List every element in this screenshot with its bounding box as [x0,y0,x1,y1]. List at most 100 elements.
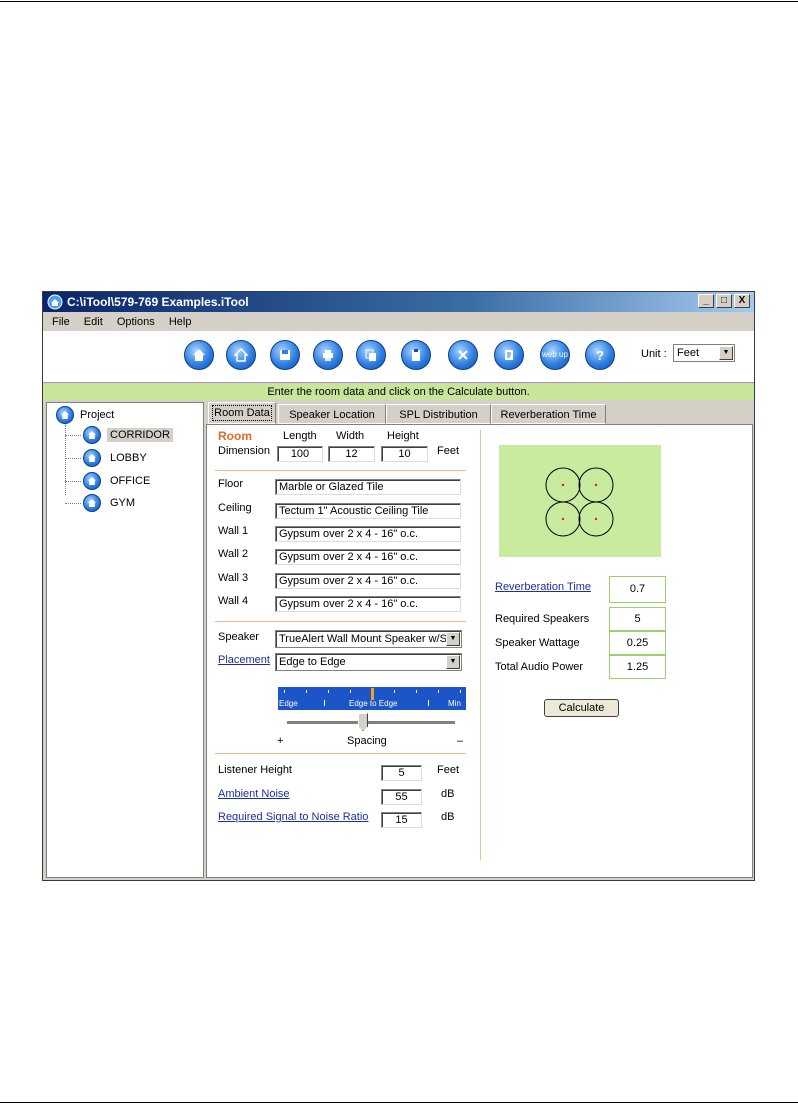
tree-item-label: OFFICE [110,475,151,487]
tree-item-label: GYM [110,497,136,509]
room-icon [83,449,101,467]
placement-link[interactable]: Placement [218,654,270,666]
divider [215,470,466,471]
width-input[interactable]: 12 [328,446,375,462]
tree-item-corridor[interactable]: CORRIDOR [83,426,173,444]
snr-link[interactable]: Required Signal to Noise Ratio [218,811,368,823]
help-icon: ? [596,347,604,363]
app-icon [47,294,63,310]
total-audio-power-label: Total Audio Power [495,661,584,673]
tab-label: SPL Distribution [399,409,478,421]
wall4-label: Wall 4 [218,595,249,607]
unit-select[interactable]: Feet ▼ [673,344,735,362]
speaker-select[interactable]: TrueAlert Wall Mount Speaker w/S ▼ [275,630,462,648]
tree-item-office[interactable]: OFFICE [83,472,153,490]
unit-value: Feet [677,347,700,359]
width-label: Width [336,430,365,442]
tree-root-project[interactable]: Project [56,406,114,424]
divider [215,753,466,754]
tree-connector [65,481,81,482]
required-speakers-label: Required Speakers [495,613,590,625]
unit-label: Unit : [641,348,667,360]
new-room-button[interactable] [226,340,256,370]
menu-file[interactable]: File [52,316,70,328]
tree-item-lobby[interactable]: LOBBY [83,449,150,467]
save-button[interactable] [270,340,300,370]
length-input[interactable]: 100 [277,446,323,462]
tree-item-gym[interactable]: GYM [83,494,138,512]
title-bar[interactable]: C:\iTool\579-769 Examples.iTool _ □ X [43,292,754,312]
copy-icon [365,349,376,361]
ambient-noise-unit: dB [441,788,455,800]
height-input[interactable]: 10 [381,446,428,462]
ambient-noise-input[interactable]: 55 [381,789,422,805]
menu-edit[interactable]: Edit [84,316,103,328]
report-button[interactable] [494,340,524,370]
placement-select[interactable]: Edge to Edge ▼ [275,653,462,671]
tree-connector [65,503,81,504]
content-pane: Room Data Speaker Location SPL Distribut… [206,402,753,878]
status-message: Enter the room data and click on the Cal… [43,384,754,400]
tab-label: Room Data [212,405,272,421]
paste-button[interactable] [401,340,431,370]
spacing-minus: – [457,735,464,747]
ceiling-field[interactable]: Tectum 1" Acoustic Ceiling Tile [275,503,461,519]
home-button[interactable] [184,340,214,370]
copy-button[interactable] [356,340,386,370]
room-icon [83,426,101,444]
project-icon [56,406,74,424]
ambient-noise-link[interactable]: Ambient Noise [218,788,290,800]
tab-label: Reverberation Time [500,409,597,421]
spacing-slider-track[interactable] [287,721,455,725]
tab-room-data[interactable]: Room Data [208,402,276,424]
required-speakers-value: 5 [609,607,666,631]
tab-speaker-location[interactable]: Speaker Location [278,404,386,424]
reverberation-time-link[interactable]: Reverberation Time [495,581,591,593]
wall2-field[interactable]: Gypsum over 2 x 4 - 16" o.c. [275,549,461,565]
tab-reverberation-time[interactable]: Reverberation Time [491,404,606,424]
maximize-button[interactable]: □ [716,294,732,308]
wall4-field[interactable]: Gypsum over 2 x 4 - 16" o.c. [275,596,461,612]
tab-strip: Room Data Speaker Location SPL Distribut… [206,402,753,425]
tree-item-label: CORRIDOR [107,428,173,442]
close-button[interactable]: X [734,294,750,308]
chevron-down-icon[interactable]: ▼ [719,346,733,360]
menu-help[interactable]: Help [169,316,192,328]
print-button[interactable] [313,340,343,370]
spacing-scale: Edge Edge to Edge Min [278,687,466,710]
spacing-edge-to-edge-label: Edge to Edge [349,699,398,708]
calculate-button[interactable]: Calculate [544,699,619,717]
spacing-label: Spacing [347,735,387,747]
web-update-button[interactable]: web up [540,340,570,370]
toolbar: web up ? Unit : Feet ▼ [43,331,754,383]
speaker-label: Speaker [218,631,259,643]
chevron-down-icon[interactable]: ▼ [446,655,460,669]
minimize-button[interactable]: _ [698,294,714,308]
wall1-field[interactable]: Gypsum over 2 x 4 - 16" o.c. [275,526,461,542]
speaker-wattage-label: Speaker Wattage [495,637,580,649]
tab-spl-distribution[interactable]: SPL Distribution [386,404,491,424]
listener-height-label: Listener Height [218,764,292,776]
tree-item-label: LOBBY [110,452,147,464]
spacing-edge-label: Edge [279,699,298,708]
floor-field[interactable]: Marble or Glazed Tile [275,479,461,495]
ceiling-label: Ceiling [218,502,252,514]
snr-input[interactable]: 15 [381,812,422,828]
chevron-down-icon[interactable]: ▼ [446,632,460,646]
listener-height-input[interactable]: 5 [381,765,422,781]
wall3-field[interactable]: Gypsum over 2 x 4 - 16" o.c. [275,573,461,589]
web-update-icon: web up [542,350,568,359]
snr-unit: dB [441,811,455,823]
spacing-slider-thumb[interactable] [358,713,368,731]
report-icon [505,350,513,360]
speaker-coverage-drawing [545,467,614,537]
room-icon [83,472,101,490]
length-label: Length [283,430,317,442]
tab-label: Speaker Location [289,409,375,421]
menu-options[interactable]: Options [117,316,155,328]
spacing-plus: + [277,735,284,747]
delete-button[interactable] [448,340,478,370]
home-icon [193,349,205,361]
wall1-label: Wall 1 [218,525,249,537]
help-button[interactable]: ? [585,340,615,370]
